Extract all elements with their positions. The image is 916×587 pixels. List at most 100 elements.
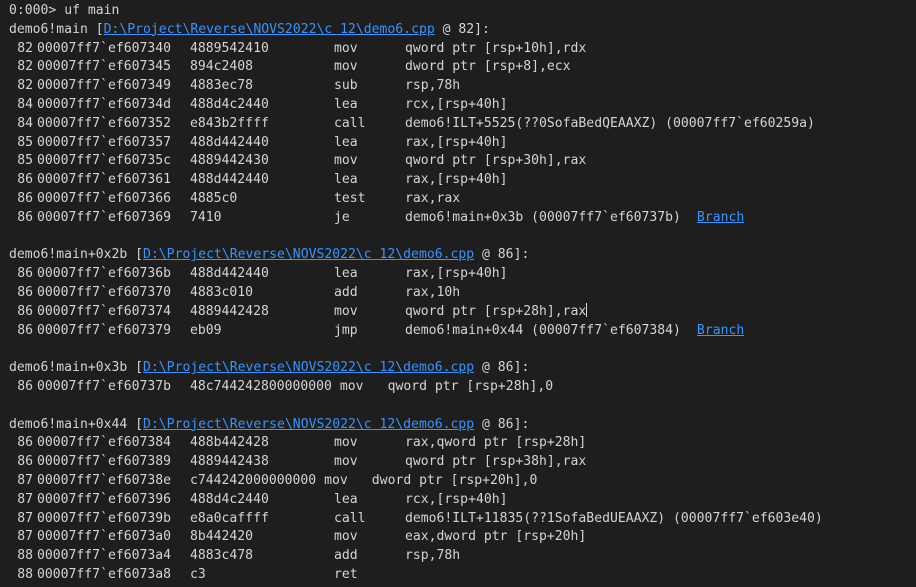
row-line-number: 86 (17, 209, 33, 225)
row-operands: qword ptr [rsp+28h],0 (387, 378, 554, 394)
row-bytes: c3 (190, 566, 206, 582)
row-bytes: 488b442428 (190, 435, 269, 451)
row-line-number: 87 (17, 472, 33, 488)
row-bytes: 4889442430 (190, 153, 269, 169)
row-address: 00007ff7`ef6073a4 (37, 548, 172, 564)
disasm-row: 84 00007ff7`ef607352 e843b2ffff call demo6!I… (9, 115, 916, 134)
row-mnemonic: mov (334, 454, 358, 470)
row-operands: dword ptr [rsp+20h],0 (371, 472, 538, 488)
row-operands: rax,10h (405, 284, 461, 300)
row-address: 00007ff7`ef607384 (37, 435, 172, 451)
block-header: demo6!main+0x44 [D:\Project\Reverse\NOVS… (9, 416, 530, 432)
disasm-row: 85 00007ff7`ef607357 488d442440 lea rax,[rsp… (9, 134, 916, 153)
source-path-link[interactable]: D:\Project\Reverse\NOVS2022\c 12\demo6.c… (143, 247, 474, 262)
row-operands: demo6!ILT+5525(??0SofaBedQEAAXZ) (00007f… (405, 115, 815, 131)
row-address: 00007ff7`ef60734d (37, 96, 172, 112)
row-address: 00007ff7`ef607396 (37, 491, 172, 507)
row-bytes: c744242000000000 (190, 472, 317, 488)
disasm-row: 88 00007ff7`ef6073a4 4883c478 add rsp,78h (9, 547, 916, 566)
row-line-number: 88 (17, 548, 33, 564)
row-line-number: 87 (17, 491, 33, 507)
row-operands: demo6!main+0x44 (00007ff7`ef607384) (405, 322, 681, 338)
row-line-number: 87 (17, 510, 33, 526)
row-address: 00007ff7`ef6073a0 (37, 529, 172, 545)
disasm-row: 82 00007ff7`ef607345 894c2408 mov dword ptr … (9, 58, 916, 77)
disasm-row: 86 00007ff7`ef607379 eb09 jmp demo6!main+0x4… (9, 322, 916, 341)
row-mnemonic: add (334, 548, 358, 564)
source-line-number: 86 (497, 360, 514, 376)
row-bytes: eb09 (190, 322, 222, 338)
disasm-row: 87 00007ff7`ef60738e c744242000000000 mov dw… (9, 472, 916, 491)
row-line-number: 84 (17, 115, 33, 131)
row-bytes: 4883ec78 (190, 78, 254, 94)
row-address: 00007ff7`ef60739b (37, 510, 172, 526)
row-mnemonic: call (334, 510, 366, 526)
row-operands: rax,rax (405, 190, 461, 206)
row-line-number: 82 (17, 59, 33, 75)
row-operands: rcx,[rsp+40h] (405, 491, 508, 507)
row-mnemonic: mov (334, 153, 358, 169)
row-line-number: 85 (17, 153, 33, 169)
row-operands: rax,[rsp+40h] (405, 172, 508, 188)
row-mnemonic: mov (334, 435, 358, 451)
row-address: 00007ff7`ef607349 (37, 78, 172, 94)
block-header: demo6!main+0x3b [D:\Project\Reverse\NOVS… (9, 360, 530, 376)
row-operands: rsp,78h (405, 548, 461, 564)
branch-link[interactable]: Branch (697, 210, 744, 225)
row-bytes: e843b2ffff (190, 115, 269, 131)
row-operands: qword ptr [rsp+28h],rax (405, 303, 587, 319)
disasm-row: 86 00007ff7`ef607366 4885c0 test rax,rax (9, 190, 916, 209)
row-bytes: 488d4c2440 (190, 491, 269, 507)
row-mnemonic: mov (334, 529, 358, 545)
disassembly-blocks: demo6!main [D:\Project\Reverse\NOVS2022\… (9, 21, 916, 585)
branch-link[interactable]: Branch (697, 323, 744, 338)
row-address: 00007ff7`ef607345 (37, 59, 172, 75)
block-label: demo6!main+0x2b (9, 247, 128, 263)
row-operands: demo6!main+0x3b (00007ff7`ef60737b) (405, 209, 681, 225)
source-path-link[interactable]: D:\Project\Reverse\NOVS2022\c 12\demo6.c… (143, 360, 474, 375)
disasm-row: 87 00007ff7`ef6073a0 8b442420 mov eax,dword … (9, 528, 916, 547)
row-address: 00007ff7`ef607352 (37, 115, 172, 131)
row-bytes: 4889542410 (190, 40, 269, 56)
row-operands: rax,[rsp+40h] (405, 266, 508, 282)
source-line-number: 82 (458, 21, 475, 37)
source-path-link[interactable]: D:\Project\Reverse\NOVS2022\c 12\demo6.c… (104, 22, 435, 37)
row-bytes: 4885c0 (190, 190, 238, 206)
row-address: 00007ff7`ef60738e (37, 472, 172, 488)
row-line-number: 86 (17, 284, 33, 300)
row-address: 00007ff7`ef6073a8 (37, 566, 172, 582)
row-bytes: e8a0caffff (190, 510, 269, 526)
disasm-row: 86 00007ff7`ef607389 4889442438 mov qword pt… (9, 453, 916, 472)
row-mnemonic: lea (334, 266, 358, 282)
row-line-number: 86 (17, 454, 33, 470)
row-address: 00007ff7`ef607369 (37, 209, 172, 225)
row-operands: demo6!ILT+11835(??1SofaBedUEAAXZ) (00007… (405, 510, 823, 526)
row-address: 00007ff7`ef607366 (37, 190, 172, 206)
row-line-number: 82 (17, 78, 33, 94)
source-path-link[interactable]: D:\Project\Reverse\NOVS2022\c 12\demo6.c… (143, 417, 474, 432)
row-mnemonic: lea (334, 491, 358, 507)
row-mnemonic: sub (334, 78, 358, 94)
row-line-number: 86 (17, 378, 33, 394)
row-line-number: 87 (17, 529, 33, 545)
row-operands: rcx,[rsp+40h] (405, 96, 508, 112)
row-address: 00007ff7`ef607357 (37, 134, 172, 150)
row-bytes: 4883c010 (190, 284, 254, 300)
row-address: 00007ff7`ef607370 (37, 284, 172, 300)
row-mnemonic: jmp (334, 322, 358, 338)
row-bytes: 7410 (190, 209, 222, 225)
disasm-row: 86 00007ff7`ef607370 4883c010 add rax,10h (9, 284, 916, 303)
row-mnemonic: ret (334, 566, 358, 582)
row-line-number: 86 (17, 435, 33, 451)
disasm-row: 86 00007ff7`ef607361 488d442440 lea rax,[rsp… (9, 171, 916, 190)
row-bytes: 48c744242800000000 (190, 378, 332, 394)
disasm-row: 86 00007ff7`ef607374 4889442428 mov qword pt… (9, 302, 916, 322)
block-label: demo6!main+0x44 (9, 416, 128, 432)
row-mnemonic: lea (334, 172, 358, 188)
row-bytes: 488d442440 (190, 134, 269, 150)
row-operands: qword ptr [rsp+38h],rax (405, 454, 587, 470)
row-operands: rsp,78h (405, 78, 461, 94)
block-label: demo6!main+0x3b (9, 360, 128, 376)
command-text: uf main (64, 3, 120, 18)
